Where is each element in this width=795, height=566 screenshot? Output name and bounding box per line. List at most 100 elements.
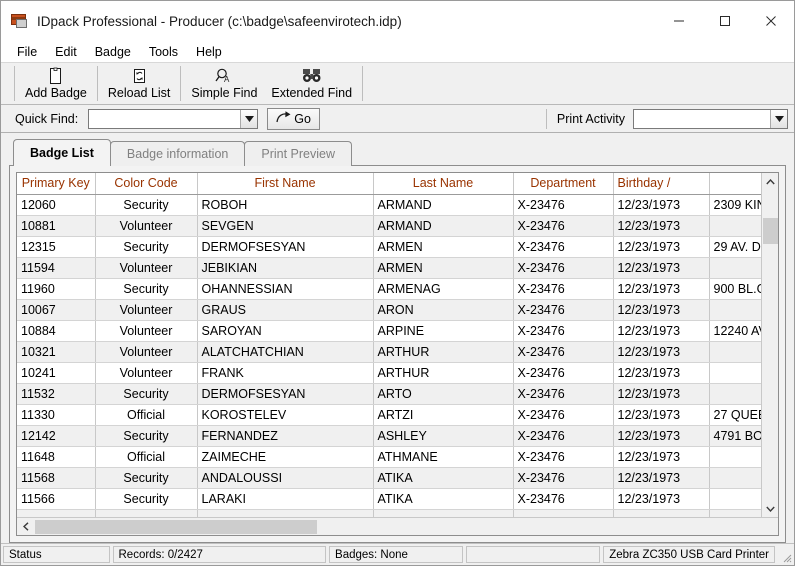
table-row[interactable]: 11568 Security ANDALOUSSI ATIKA X-23476 12/23… bbox=[17, 467, 761, 489]
cell-last-name: ARTHUR bbox=[373, 362, 514, 384]
extended-find-label: Extended Find bbox=[271, 86, 353, 100]
refresh-icon bbox=[132, 66, 147, 85]
column-header-birthday[interactable]: Birthday / bbox=[613, 173, 710, 195]
cell-department: X-23476 bbox=[513, 446, 614, 468]
table-row[interactable]: 12315 Security DERMOFSESYAN ARMEN X-23476 12/… bbox=[17, 236, 761, 258]
cell-primary-key: 12060 bbox=[17, 194, 96, 216]
cell-last-name: ARTHUR bbox=[373, 341, 514, 363]
column-header-address[interactable]: Ad bbox=[709, 173, 761, 195]
cell-department: X-23476 bbox=[513, 488, 614, 510]
cell-first-name: ANDALOUSSI bbox=[197, 467, 374, 489]
vertical-scrollbar[interactable] bbox=[761, 173, 778, 517]
quick-find-combo[interactable] bbox=[88, 108, 259, 129]
minimize-button[interactable] bbox=[656, 1, 702, 41]
window-title: IDpack Professional - Producer (c:\badge… bbox=[37, 13, 402, 29]
menu-item-file[interactable]: File bbox=[8, 43, 46, 61]
cell-color-code: Volunteer bbox=[95, 362, 198, 384]
grid-columns: Primary Key Color Code First Name Last N… bbox=[17, 173, 761, 517]
cell-department: X-23476 bbox=[513, 194, 614, 216]
maximize-button[interactable] bbox=[702, 1, 748, 41]
magnifier-icon: A bbox=[214, 66, 234, 85]
cell-first-name: LARAKI bbox=[197, 488, 374, 510]
scroll-up-button[interactable] bbox=[762, 173, 778, 190]
print-activity-label: Print Activity bbox=[556, 112, 625, 126]
table-row[interactable]: 10884 Volunteer SAROYAN ARPINE X-23476 12/23/… bbox=[17, 320, 761, 342]
badge-table: Primary Key Color Code First Name Last N… bbox=[17, 173, 761, 517]
close-button[interactable] bbox=[748, 1, 794, 41]
table-row[interactable]: 11960 Security OHANNESSIAN ARMENAG X-23476 12… bbox=[17, 278, 761, 300]
cell-first-name: DERMOFSESYAN bbox=[197, 383, 374, 405]
simple-find-button[interactable]: A Simple Find bbox=[184, 63, 264, 104]
cell-last-name: ARTZI bbox=[373, 404, 514, 426]
go-button[interactable]: Go bbox=[267, 107, 320, 130]
cell-first-name: ALATCHATCHIAN bbox=[197, 341, 374, 363]
horizontal-scrollbar[interactable] bbox=[17, 517, 778, 535]
chevron-down-icon[interactable] bbox=[770, 110, 787, 128]
tab-print-preview-label: Print Preview bbox=[261, 147, 335, 161]
vertical-scroll-thumb[interactable] bbox=[763, 218, 778, 244]
scroll-left-button[interactable] bbox=[17, 518, 34, 535]
table-row[interactable]: 10241 Volunteer FRANK ARTHUR X-23476 12/23/19… bbox=[17, 362, 761, 384]
cell-department: X-23476 bbox=[513, 341, 614, 363]
table-row[interactable]: 11330 Official KOROSTELEV ARTZI X-23476 12/23… bbox=[17, 404, 761, 426]
cell-primary-key: 12315 bbox=[17, 236, 96, 258]
table-row[interactable]: 11648 Official ZAIMECHE ATHMANE X-23476 12/23… bbox=[17, 446, 761, 468]
table-row[interactable]: 12060 Security ROBOH ARMAND X-23476 12/23/197… bbox=[17, 194, 761, 216]
column-header-last-name[interactable]: Last Name bbox=[373, 173, 514, 195]
cell-color-code: Security bbox=[95, 467, 198, 489]
cell-last-name: ASHLEY bbox=[373, 425, 514, 447]
table-row[interactable]: 12142 Security FERNANDEZ ASHLEY X-23476 12/23… bbox=[17, 425, 761, 447]
table-body: 12060 Security ROBOH ARMAND X-23476 12/23/197… bbox=[17, 194, 761, 517]
table-row[interactable]: 11566 Security LARAKI ATIKA X-23476 12/23/197… bbox=[17, 488, 761, 510]
cell-department: X-23476 bbox=[513, 383, 614, 405]
column-header-first-name[interactable]: First Name bbox=[197, 173, 374, 195]
cell-department bbox=[513, 509, 614, 517]
add-badge-button[interactable]: Add Badge bbox=[18, 63, 94, 104]
cell-color-code: Security bbox=[95, 488, 198, 510]
cell-color-code: Security bbox=[95, 383, 198, 405]
cell-birthday: 12/23/1973 bbox=[613, 362, 710, 384]
cell-birthday: 12/23/1973 bbox=[613, 488, 710, 510]
cell-first-name: FRANK bbox=[197, 362, 374, 384]
cell-birthday: 12/23/1973 bbox=[613, 446, 710, 468]
cell-color-code bbox=[95, 509, 198, 517]
table-row[interactable]: 10881 Volunteer SEVGEN ARMAND X-23476 12/23/1… bbox=[17, 215, 761, 237]
tab-badge-information[interactable]: Badge information bbox=[109, 141, 246, 166]
resize-grip-icon[interactable] bbox=[778, 546, 792, 563]
menu-item-tools[interactable]: Tools bbox=[140, 43, 187, 61]
print-activity-combo[interactable] bbox=[633, 109, 788, 129]
table-row[interactable]: 11594 Volunteer JEBIKIAN ARMEN X-23476 12/23/… bbox=[17, 257, 761, 279]
reload-list-label: Reload List bbox=[107, 86, 171, 100]
menu-item-help[interactable]: Help bbox=[187, 43, 231, 61]
menu-item-edit[interactable]: Edit bbox=[46, 43, 86, 61]
column-header-color-code[interactable]: Color Code bbox=[95, 173, 198, 195]
cell-color-code: Official bbox=[95, 446, 198, 468]
extended-find-button[interactable]: Extended Find bbox=[264, 63, 359, 104]
horizontal-scroll-thumb[interactable] bbox=[35, 520, 317, 534]
table-row[interactable]: 10321 Volunteer ALATCHATCHIAN ARTHUR X-23476… bbox=[17, 341, 761, 363]
vertical-scroll-track[interactable] bbox=[762, 190, 778, 500]
column-header-department[interactable]: Department bbox=[513, 173, 614, 195]
scroll-down-button[interactable] bbox=[762, 500, 778, 517]
tab-badge-list[interactable]: Badge List bbox=[13, 139, 111, 166]
cell-primary-key bbox=[17, 509, 96, 517]
tab-print-preview[interactable]: Print Preview bbox=[244, 141, 352, 166]
cell-primary-key: 11532 bbox=[17, 383, 96, 405]
column-header-primary-key[interactable]: Primary Key bbox=[17, 173, 96, 195]
table-row[interactable]: 11532 Security DERMOFSESYAN ARTO X-23476 12/2… bbox=[17, 383, 761, 405]
table-row[interactable]: 10067 Volunteer GRAUS ARON X-23476 12/23/1973 bbox=[17, 299, 761, 321]
binoculars-icon bbox=[302, 66, 322, 85]
cell-last-name: ARMEN bbox=[373, 236, 514, 258]
app-icon bbox=[11, 13, 29, 29]
chevron-down-icon[interactable] bbox=[240, 109, 258, 128]
reload-list-button[interactable]: Reload List bbox=[101, 63, 178, 104]
quick-find-input[interactable] bbox=[89, 110, 240, 128]
status-panel-badges: Badges: None bbox=[329, 546, 464, 563]
cell-color-code: Security bbox=[95, 236, 198, 258]
arrow-go-icon bbox=[276, 110, 291, 127]
cell-address: 12240 AVENUE bbox=[709, 320, 761, 342]
table-header: Primary Key Color Code First Name Last N… bbox=[17, 173, 761, 195]
table-row[interactable] bbox=[17, 509, 761, 517]
print-activity-input[interactable] bbox=[634, 110, 770, 128]
menu-item-badge[interactable]: Badge bbox=[86, 43, 140, 61]
